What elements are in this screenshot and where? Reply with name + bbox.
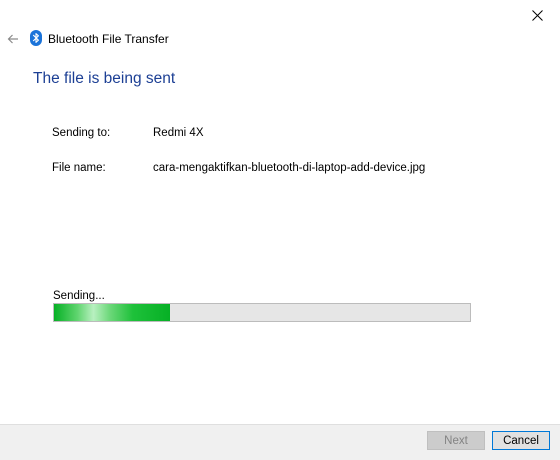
next-button[interactable]: Next — [427, 431, 485, 450]
status-text: Sending... — [53, 290, 105, 302]
sending-to-value: Redmi 4X — [153, 127, 204, 139]
progress-bar — [53, 303, 471, 322]
bluetooth-icon — [30, 30, 42, 46]
progress-fill — [54, 304, 171, 321]
back-button[interactable] — [6, 33, 20, 45]
file-name-value: cara-mengaktifkan-bluetooth-di-laptop-ad… — [153, 162, 426, 174]
close-button[interactable] — [514, 0, 560, 30]
window-title: Bluetooth File Transfer — [48, 32, 169, 46]
file-name-label: File name: — [52, 162, 106, 174]
back-arrow-icon — [7, 34, 18, 44]
cancel-button[interactable]: Cancel — [492, 431, 550, 450]
close-icon — [531, 9, 543, 21]
sending-to-label: Sending to: — [52, 127, 111, 139]
page-heading: The file is being sent — [33, 70, 176, 87]
